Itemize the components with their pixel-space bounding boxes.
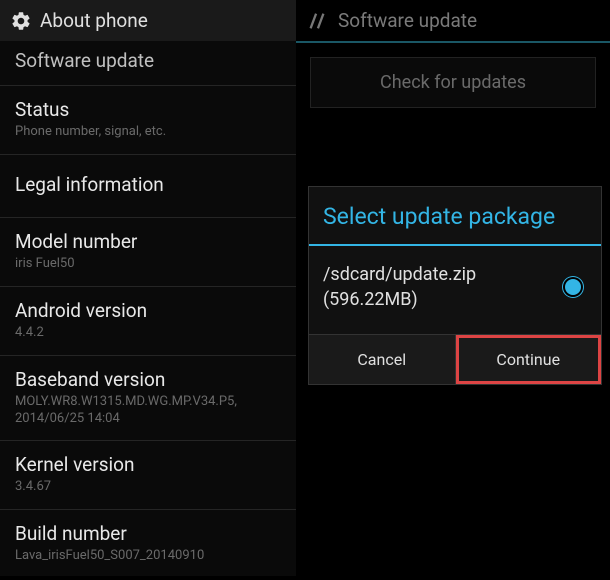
item-software-update[interactable]: Software update bbox=[0, 43, 296, 86]
slashes-icon bbox=[306, 10, 328, 32]
software-update-header: Software update bbox=[296, 0, 610, 43]
software-update-panel: Software update Check for updates Select… bbox=[296, 0, 610, 576]
item-baseband-version[interactable]: Baseband version MOLY.WR8.W1315.MD.WG.MP… bbox=[0, 356, 296, 442]
dialog-title: Select update package bbox=[309, 187, 601, 246]
item-build-number[interactable]: Build number Lava_irisFuel50_S007_201409… bbox=[0, 510, 296, 578]
select-update-dialog: Select update package /sdcard/update.zip… bbox=[308, 186, 602, 385]
item-title: Status bbox=[15, 98, 281, 121]
item-title: Baseband version bbox=[15, 368, 281, 391]
about-phone-title: About phone bbox=[40, 9, 148, 32]
software-update-title: Software update bbox=[338, 9, 477, 32]
item-legal-information[interactable]: Legal information bbox=[0, 155, 296, 218]
item-subtitle: 4.4.2 bbox=[15, 325, 281, 342]
item-subtitle: Phone number, signal, etc. bbox=[15, 124, 281, 141]
item-subtitle: MOLY.WR8.W1315.MD.WG.MP.V34.P5, 2014/06/… bbox=[15, 394, 281, 428]
file-size: (596.22MB) bbox=[323, 287, 476, 312]
item-subtitle: Lava_irisFuel50_S007_20140910 bbox=[15, 548, 281, 565]
cancel-button[interactable]: Cancel bbox=[309, 335, 456, 384]
item-model-number[interactable]: Model number iris Fuel50 bbox=[0, 218, 296, 287]
about-phone-panel: About phone Software update Status Phone… bbox=[0, 0, 296, 576]
item-title: Software update bbox=[15, 49, 281, 72]
dialog-body[interactable]: /sdcard/update.zip (596.22MB) bbox=[309, 246, 601, 334]
item-android-version[interactable]: Android version 4.4.2 bbox=[0, 287, 296, 356]
item-kernel-version[interactable]: Kernel version 3.4.67 bbox=[0, 441, 296, 510]
item-title: Model number bbox=[15, 230, 281, 253]
update-package-option: /sdcard/update.zip (596.22MB) bbox=[323, 262, 476, 312]
gear-icon bbox=[10, 10, 32, 32]
item-title: Kernel version bbox=[15, 453, 281, 476]
check-for-updates-button[interactable]: Check for updates bbox=[310, 57, 596, 108]
radio-selected-icon[interactable] bbox=[565, 279, 581, 295]
item-status[interactable]: Status Phone number, signal, etc. bbox=[0, 86, 296, 155]
settings-list[interactable]: Software update Status Phone number, sig… bbox=[0, 41, 296, 580]
continue-button[interactable]: Continue bbox=[456, 335, 602, 384]
file-path: /sdcard/update.zip bbox=[323, 262, 476, 287]
item-subtitle: 3.4.67 bbox=[15, 479, 281, 496]
item-title: Build number bbox=[15, 522, 281, 545]
item-subtitle: iris Fuel50 bbox=[15, 256, 281, 273]
dialog-actions: Cancel Continue bbox=[309, 334, 601, 384]
about-phone-header: About phone bbox=[0, 0, 296, 41]
item-title: Android version bbox=[15, 299, 281, 322]
item-title: Legal information bbox=[15, 173, 281, 196]
